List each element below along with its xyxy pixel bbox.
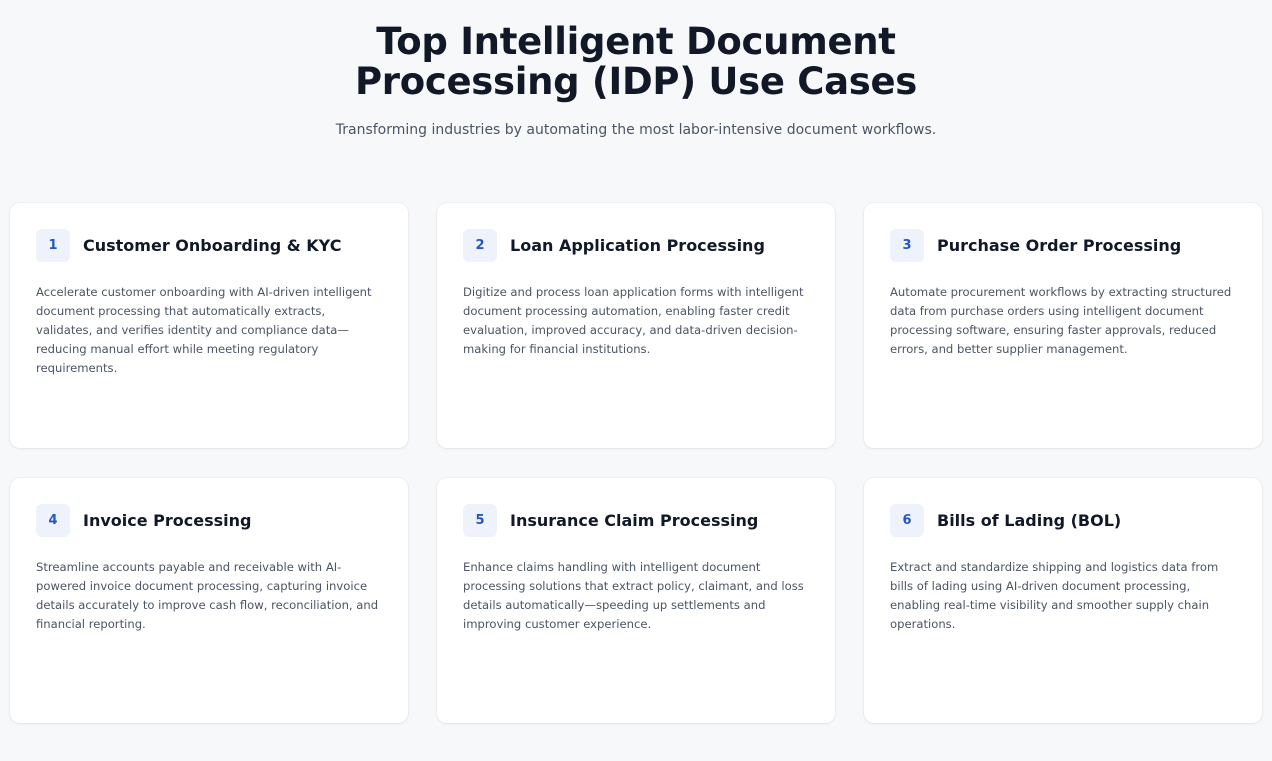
use-case-card-3: 3 Purchase Order Processing Automate pro… [864, 203, 1262, 448]
card-title: Loan Application Processing [510, 236, 765, 255]
use-case-card-2: 2 Loan Application Processing Digitize a… [437, 203, 835, 448]
use-case-card-4: 4 Invoice Processing Streamline accounts… [10, 478, 408, 723]
number-badge: 3 [890, 229, 924, 262]
use-case-card-6: 6 Bills of Lading (BOL) Extract and stan… [864, 478, 1262, 723]
card-header: 6 Bills of Lading (BOL) [890, 504, 1236, 537]
number-badge: 2 [463, 229, 497, 262]
card-description: Accelerate customer onboarding with AI-d… [36, 285, 372, 375]
page-title: Top Intelligent Document Processing (IDP… [354, 20, 918, 103]
number-badge: 6 [890, 504, 924, 537]
number-badge: 4 [36, 504, 70, 537]
card-description: Enhance claims handling with intelligent… [463, 560, 804, 631]
use-case-grid: 1 Customer Onboarding & KYC Accelerate c… [10, 203, 1262, 723]
card-header: 4 Invoice Processing [36, 504, 382, 537]
use-case-card-1: 1 Customer Onboarding & KYC Accelerate c… [10, 203, 408, 448]
card-title: Customer Onboarding & KYC [83, 236, 342, 255]
card-header: 1 Customer Onboarding & KYC [36, 229, 382, 262]
page: Top Intelligent Document Processing (IDP… [0, 0, 1272, 761]
use-case-card-5: 5 Insurance Claim Processing Enhance cla… [437, 478, 835, 723]
page-subtitle: Transforming industries by automating th… [335, 122, 937, 138]
card-description: Streamline accounts payable and receivab… [36, 560, 379, 631]
card-title: Bills of Lading (BOL) [937, 511, 1122, 530]
card-header: 2 Loan Application Processing [463, 229, 809, 262]
card-description: Digitize and process loan application fo… [463, 285, 804, 356]
card-header: 5 Insurance Claim Processing [463, 504, 809, 537]
hero-header: Top Intelligent Document Processing (IDP… [0, 22, 1272, 139]
card-title: Purchase Order Processing [937, 236, 1182, 255]
card-description: Automate procurement workflows by extrac… [890, 285, 1232, 356]
card-title: Invoice Processing [83, 511, 252, 530]
card-description: Extract and standardize shipping and log… [890, 560, 1219, 631]
number-badge: 5 [463, 504, 497, 537]
number-badge: 1 [36, 229, 70, 262]
card-header: 3 Purchase Order Processing [890, 229, 1236, 262]
card-title: Insurance Claim Processing [510, 511, 759, 530]
